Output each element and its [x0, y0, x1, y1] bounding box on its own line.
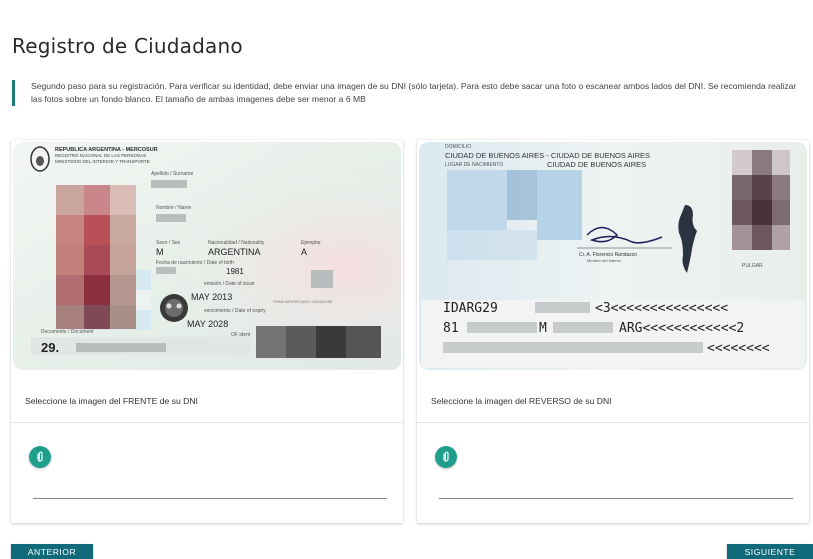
svg-text:<3<<<<<<<<<<<<<<<: <3<<<<<<<<<<<<<<<	[595, 301, 728, 316]
svg-text:ARGENTINA: ARGENTINA	[208, 247, 261, 257]
svg-text:CIUDAD DE BUENOS AIRES - CIUDA: CIUDAD DE BUENOS AIRES - CIUDAD DE BUENO…	[445, 151, 650, 160]
dni-back-image: DOMICILIO CIUDAD DE BUENOS AIRES - CIUDA…	[417, 140, 809, 376]
svg-text:M: M	[539, 321, 547, 336]
svg-text:A: A	[301, 247, 307, 257]
attach-front-button[interactable]	[29, 446, 51, 468]
svg-text:Documento / Document: Documento / Document	[41, 329, 94, 335]
svg-text:Ministro del Interior: Ministro del Interior	[587, 258, 622, 263]
svg-text:1981: 1981	[226, 267, 244, 276]
front-file-input[interactable]	[33, 498, 387, 499]
back-file-input[interactable]	[439, 498, 793, 499]
previous-button[interactable]: ANTERIOR	[11, 544, 93, 559]
thumbprint-blurred	[732, 150, 790, 250]
id-header-3: MINISTERIO DEL INTERIOR Y TRANSPORTE	[55, 159, 150, 164]
svg-text:Nombre / Name: Nombre / Name	[156, 205, 192, 211]
photo-blurred	[56, 185, 136, 329]
paperclip-icon	[443, 451, 449, 462]
svg-text:<<<<<<<<: <<<<<<<<	[707, 341, 770, 356]
front-caption: Seleccione la imagen del FRENTE de su DN…	[25, 396, 198, 406]
svg-text:ARG<<<<<<<<<<<<2: ARG<<<<<<<<<<<<2	[619, 321, 744, 336]
dni-front-image: REPUBLICA ARGENTINA - MERCOSUR REGISTRO …	[11, 140, 403, 376]
svg-text:CIUDAD DE BUENOS AIRES: CIUDAD DE BUENOS AIRES	[547, 160, 646, 169]
svg-text:Nacionalidad / Nationality: Nacionalidad / Nationality	[208, 240, 265, 246]
svg-text:Fecha de nacimiento / Date of: Fecha de nacimiento / Date of birth	[156, 260, 234, 266]
paperclip-icon	[37, 451, 43, 462]
dni-front-card: REPUBLICA ARGENTINA - MERCOSUR REGISTRO …	[11, 140, 403, 523]
page-title: Registro de Ciudadano	[12, 34, 243, 58]
dni-back-card: DOMICILIO CIUDAD DE BUENOS AIRES - CIUDA…	[417, 140, 809, 523]
svg-text:M: M	[156, 247, 164, 257]
svg-text:MAY 2013: MAY 2013	[191, 292, 232, 302]
svg-text:MAY 2028: MAY 2028	[187, 319, 228, 329]
svg-text:FIRMA IDENTIFICADO / SIGNATURE: FIRMA IDENTIFICADO / SIGNATURE	[273, 300, 333, 304]
svg-text:IDARG29: IDARG29	[443, 301, 498, 316]
id-header-2: REGISTRO NACIONAL DE LAS PERSONAS	[55, 153, 146, 158]
attach-back-button[interactable]	[435, 446, 457, 468]
svg-text:29.: 29.	[41, 340, 59, 355]
svg-text:Sexo / Sex: Sexo / Sex	[156, 240, 181, 246]
svg-text:emisión / Date of issue: emisión / Date of issue	[204, 281, 255, 287]
divider	[11, 422, 403, 423]
svg-text:PULGAR: PULGAR	[742, 263, 763, 269]
svg-text:81: 81	[443, 321, 459, 336]
next-button[interactable]: SIGUIENTE	[727, 544, 813, 559]
svg-text:vencimiento / Date of expiry: vencimiento / Date of expiry	[204, 308, 266, 314]
svg-text:Ejemplar: Ejemplar	[301, 240, 321, 246]
back-caption: Seleccione la imagen del REVERSO de su D…	[431, 396, 612, 406]
divider	[417, 422, 809, 423]
svg-text:LUGAR DE NACIMIENTO: LUGAR DE NACIMIENTO	[445, 162, 503, 168]
svg-text:Apellido / Surname: Apellido / Surname	[151, 171, 193, 177]
instructions-text: Segundo paso para su registración. Para …	[12, 80, 802, 106]
svg-text:DOMICILIO: DOMICILIO	[445, 144, 471, 150]
